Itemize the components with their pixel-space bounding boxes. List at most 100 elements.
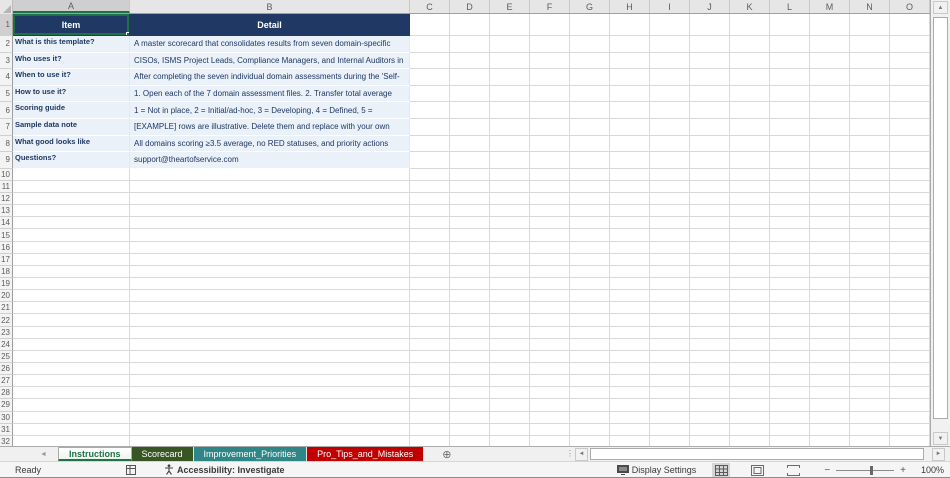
cell-M24[interactable]: [810, 338, 850, 351]
cell-D31[interactable]: [450, 423, 490, 436]
cell-K23[interactable]: [730, 326, 770, 339]
cell-D15[interactable]: [450, 229, 490, 242]
cell-K14[interactable]: [730, 217, 770, 230]
cell-N24[interactable]: [850, 338, 890, 351]
zoom-slider-track[interactable]: [836, 465, 895, 475]
cell-N30[interactable]: [850, 411, 890, 424]
cell-A24[interactable]: [13, 338, 130, 351]
cell-N6[interactable]: [850, 102, 890, 119]
cell-I32[interactable]: [650, 435, 690, 447]
cell-K4[interactable]: [730, 69, 770, 86]
cell-A10[interactable]: [13, 168, 130, 181]
cell-F5[interactable]: [530, 85, 570, 103]
cell-C20[interactable]: [410, 290, 450, 303]
cell-D32[interactable]: [450, 435, 490, 447]
cell-L10[interactable]: [770, 168, 810, 181]
cell-N2[interactable]: [850, 36, 890, 53]
cell-C17[interactable]: [410, 253, 450, 266]
cell-H18[interactable]: [610, 265, 650, 279]
row-header-27[interactable]: 27: [0, 375, 13, 388]
cell-K21[interactable]: [730, 302, 770, 315]
cell-M13[interactable]: [810, 205, 850, 218]
cell-C21[interactable]: [410, 302, 450, 315]
cell-B13[interactable]: [130, 205, 410, 218]
cell-D25[interactable]: [450, 350, 490, 363]
cell-F27[interactable]: [530, 375, 570, 388]
cell-O32[interactable]: [890, 435, 930, 447]
row-header-10[interactable]: 10: [0, 168, 13, 181]
cell-E18[interactable]: [490, 265, 530, 279]
cell-H24[interactable]: [610, 338, 650, 351]
row-header-4[interactable]: 4: [0, 69, 13, 86]
cell-A28[interactable]: [13, 387, 130, 400]
cell-A19[interactable]: [13, 278, 130, 291]
cell-A6[interactable]: Scoring guide: [13, 102, 130, 119]
cell-F23[interactable]: [530, 326, 570, 339]
cell-M3[interactable]: [810, 52, 850, 70]
sheet-tab-instructions[interactable]: Instructions: [58, 447, 132, 462]
cell-M7[interactable]: [810, 118, 850, 136]
cell-B3[interactable]: CISOs, ISMS Project Leads, Compliance Ma…: [130, 52, 410, 70]
cell-A22[interactable]: [13, 314, 130, 327]
cell-A31[interactable]: [13, 423, 130, 436]
cell-C1[interactable]: [410, 14, 450, 36]
cell-N14[interactable]: [850, 217, 890, 230]
cell-H19[interactable]: [610, 278, 650, 291]
cell-L20[interactable]: [770, 290, 810, 303]
cell-J32[interactable]: [690, 435, 730, 447]
cell-G30[interactable]: [570, 411, 610, 424]
cell-N28[interactable]: [850, 387, 890, 400]
cell-A32[interactable]: [13, 435, 130, 447]
cell-E15[interactable]: [490, 229, 530, 242]
cell-L23[interactable]: [770, 326, 810, 339]
cell-G11[interactable]: [570, 180, 610, 194]
cell-I28[interactable]: [650, 387, 690, 400]
cell-L25[interactable]: [770, 350, 810, 363]
zoom-slider-thumb[interactable]: [869, 465, 873, 475]
cell-E30[interactable]: [490, 411, 530, 424]
cell-O3[interactable]: [890, 52, 930, 70]
cell-J23[interactable]: [690, 326, 730, 339]
cell-C32[interactable]: [410, 435, 450, 447]
cell-C29[interactable]: [410, 399, 450, 412]
cell-M9[interactable]: [810, 152, 850, 169]
cell-D1[interactable]: [450, 14, 490, 36]
cell-E4[interactable]: [490, 69, 530, 86]
row-header-1[interactable]: 1: [0, 14, 13, 36]
cell-B30[interactable]: [130, 411, 410, 424]
cell-B17[interactable]: [130, 253, 410, 266]
prev-sheet-arrow-icon[interactable]: ◄: [40, 451, 47, 458]
cell-B12[interactable]: [130, 193, 410, 206]
cell-E28[interactable]: [490, 387, 530, 400]
cell-A27[interactable]: [13, 375, 130, 388]
cell-L19[interactable]: [770, 278, 810, 291]
cell-B19[interactable]: [130, 278, 410, 291]
cell-M4[interactable]: [810, 69, 850, 86]
cell-H32[interactable]: [610, 435, 650, 447]
cell-D3[interactable]: [450, 52, 490, 70]
cell-M1[interactable]: [810, 14, 850, 36]
cell-C3[interactable]: [410, 52, 450, 70]
cell-F30[interactable]: [530, 411, 570, 424]
cell-N25[interactable]: [850, 350, 890, 363]
cell-I18[interactable]: [650, 265, 690, 279]
cell-I12[interactable]: [650, 193, 690, 206]
cell-H23[interactable]: [610, 326, 650, 339]
cell-F3[interactable]: [530, 52, 570, 70]
cell-K28[interactable]: [730, 387, 770, 400]
cell-J29[interactable]: [690, 399, 730, 412]
cell-O6[interactable]: [890, 102, 930, 119]
col-header-M[interactable]: M: [810, 0, 850, 13]
cell-K11[interactable]: [730, 180, 770, 194]
cell-G5[interactable]: [570, 85, 610, 103]
cell-M14[interactable]: [810, 217, 850, 230]
zoom-out-button[interactable]: −: [824, 465, 830, 476]
row-header-22[interactable]: 22: [0, 314, 13, 327]
cell-C13[interactable]: [410, 205, 450, 218]
cell-I23[interactable]: [650, 326, 690, 339]
cell-O16[interactable]: [890, 241, 930, 254]
cell-J2[interactable]: [690, 36, 730, 53]
row-header-26[interactable]: 26: [0, 363, 13, 376]
cell-C2[interactable]: [410, 36, 450, 53]
cell-D26[interactable]: [450, 363, 490, 376]
